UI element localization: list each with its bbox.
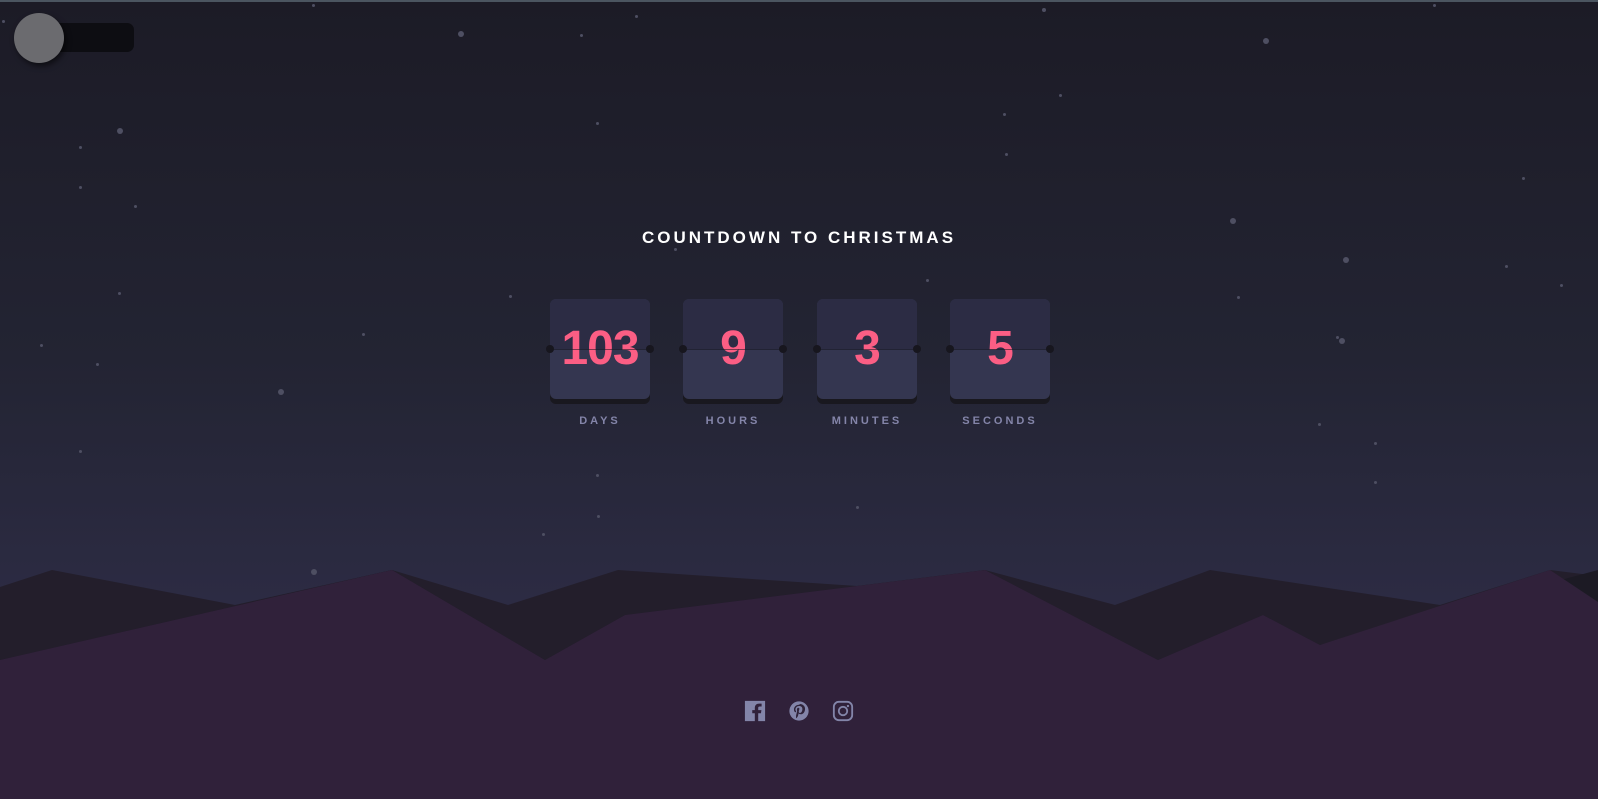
star: [856, 506, 859, 509]
star: [1263, 38, 1269, 44]
card-notch-left: [679, 345, 687, 353]
star: [278, 389, 284, 395]
countdown-seconds: 5 SECONDS: [946, 299, 1054, 427]
seconds-label: SECONDS: [962, 415, 1038, 427]
star: [509, 295, 512, 298]
pinterest-icon[interactable]: [788, 700, 810, 722]
window-top-border: [0, 0, 1598, 2]
card-notch-left: [813, 345, 821, 353]
star: [1237, 296, 1240, 299]
hills-background: [0, 570, 1598, 799]
star: [40, 344, 43, 347]
star: [118, 292, 121, 295]
social-links: [744, 700, 854, 724]
star: [79, 146, 82, 149]
card-split-line: [817, 349, 917, 350]
star: [597, 515, 600, 518]
instagram-icon[interactable]: [832, 700, 854, 722]
star: [312, 4, 315, 7]
star: [1042, 8, 1046, 12]
facebook-icon[interactable]: [744, 700, 766, 722]
flip-card-seconds: 5: [946, 299, 1054, 399]
star: [1336, 336, 1339, 339]
star: [1339, 338, 1345, 344]
star: [596, 474, 599, 477]
star: [926, 279, 929, 282]
card-notch-right: [779, 345, 787, 353]
card-notch-left: [546, 345, 554, 353]
star: [596, 122, 599, 125]
star: [1560, 284, 1563, 287]
star: [79, 186, 82, 189]
flip-card-days: 103: [546, 299, 654, 399]
hours-label: HOURS: [705, 415, 761, 427]
star: [96, 363, 99, 366]
star: [1374, 481, 1377, 484]
star: [1005, 153, 1008, 156]
star: [580, 34, 583, 37]
card-notch-right: [913, 345, 921, 353]
theme-toggle-knob[interactable]: [14, 13, 64, 63]
star: [1522, 177, 1525, 180]
star: [635, 15, 638, 18]
card-notch-right: [1046, 345, 1054, 353]
theme-toggle[interactable]: [14, 13, 134, 63]
countdown-hours: 9 HOURS: [679, 299, 787, 427]
minutes-label: MINUTES: [831, 415, 903, 427]
flip-card-hours: 9: [679, 299, 787, 399]
card-notch-left: [946, 345, 954, 353]
card-split-line: [950, 349, 1050, 350]
star: [362, 333, 365, 336]
star: [79, 450, 82, 453]
star: [542, 533, 545, 536]
star: [117, 128, 123, 134]
countdown-minutes: 3 MINUTES: [813, 299, 921, 427]
star: [1433, 4, 1436, 7]
flip-card-minutes: 3: [813, 299, 921, 399]
card-notch-right: [646, 345, 654, 353]
card-split-line: [550, 349, 650, 350]
star: [458, 31, 464, 37]
star: [134, 205, 137, 208]
page-title: COUNTDOWN TO CHRISTMAS: [641, 228, 957, 247]
star: [1505, 265, 1508, 268]
star: [1374, 442, 1377, 445]
star: [1318, 423, 1321, 426]
star: [674, 248, 677, 251]
card-split-line: [683, 349, 783, 350]
star: [1003, 113, 1006, 116]
star: [1230, 218, 1236, 224]
days-label: DAYS: [579, 415, 621, 427]
star: [1059, 94, 1062, 97]
countdown-days: 103 DAYS: [546, 299, 654, 427]
star: [2, 20, 5, 23]
star: [1343, 257, 1349, 263]
